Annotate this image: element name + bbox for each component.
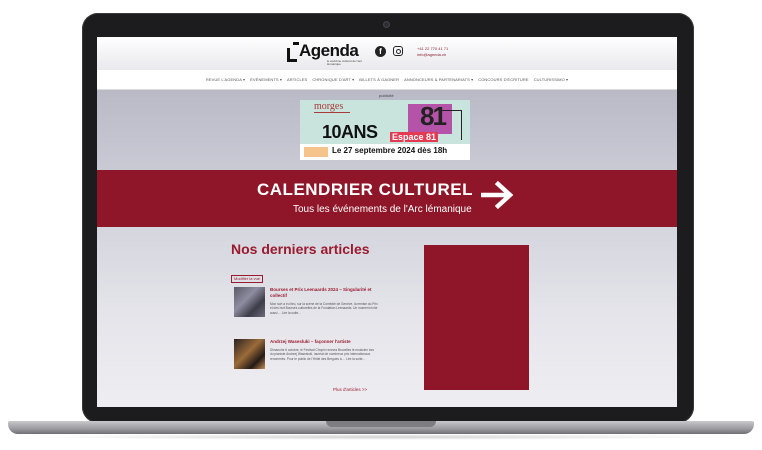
- laptop-shadow: [30, 434, 732, 440]
- nav-item-chronique[interactable]: CHRONIQUE D'ART ▾: [312, 77, 354, 82]
- ad-banner-espace81[interactable]: morges 81 10ANS Espace 81 Le 27 septembr…: [300, 100, 470, 160]
- ad-years: 10ANS: [322, 122, 378, 142]
- logo-text: Agenda: [299, 41, 359, 60]
- ad-orange-block: [304, 147, 328, 157]
- camera-icon: [384, 22, 389, 27]
- calendar-subtitle: Tous les événements de l'Arc lémanique: [293, 204, 472, 215]
- articles-section-title: Nos derniers articles: [231, 241, 370, 257]
- ad-brand-underline: [314, 112, 350, 113]
- agenda-logo[interactable]: Agenda le webzine culturel de l'arc léma…: [287, 40, 362, 66]
- laptop-mockup: Agenda le webzine culturel de l'arc léma…: [0, 0, 762, 450]
- edit-view-button[interactable]: Modifier la vue: [231, 275, 264, 283]
- calendar-title: CALENDRIER CULTUREL: [257, 180, 474, 199]
- article-title[interactable]: Andrzej Wasesluki – façonner l'artiste: [270, 339, 380, 345]
- site-header: Agenda le webzine culturel de l'arc léma…: [97, 37, 677, 70]
- arrow-right-icon: [481, 180, 514, 210]
- article-thumbnail[interactable]: [234, 287, 265, 317]
- article-title[interactable]: Bourses et Prix Leenaards 2024 – Singula…: [270, 287, 380, 299]
- facebook-icon[interactable]: f: [375, 46, 386, 57]
- nav-item-culturissimo[interactable]: CULTURISSIMO ▾: [534, 77, 568, 82]
- calendar-banner[interactable]: CALENDRIER CULTUREL Tous les événements …: [97, 170, 677, 227]
- sidebar-ad-box[interactable]: [424, 245, 529, 390]
- nav-item-concours[interactable]: CONCOURS D'ÉCRITURE: [478, 77, 528, 82]
- laptop-notch: [326, 421, 436, 427]
- nav-item-evenements[interactable]: ÉVÉNEMENTS ▾: [250, 77, 282, 82]
- article-thumbnail[interactable]: [234, 339, 265, 369]
- ad-label: publicité: [379, 93, 394, 98]
- nav-item-annonceurs[interactable]: ANNONCEURS & PARTENARIATS ▾: [404, 77, 473, 82]
- contact-email[interactable]: info@agenda.ch: [417, 52, 448, 58]
- ad-brand: morges: [314, 101, 344, 112]
- nav-item-revue[interactable]: REVUE L'AGENDA ▾: [206, 77, 245, 82]
- main-nav: REVUE L'AGENDA ▾ ÉVÉNEMENTS ▾ ARTICLES C…: [97, 70, 677, 90]
- instagram-icon[interactable]: [393, 46, 403, 56]
- nav-item-billets[interactable]: BILLETS À GAGNER: [359, 77, 399, 82]
- article-excerpt: Mon sort a eu lieu, sur la scène de la C…: [270, 302, 378, 315]
- logo-mark-icon: [287, 42, 299, 62]
- ad-numeral: 81: [420, 101, 447, 131]
- contact-info: +41 22 770 41 71 info@agenda.ch: [417, 46, 448, 58]
- logo-tagline: le webzine culturel de l'arc lémanique: [327, 59, 363, 66]
- ad-date: Le 27 septembre 2024 dès 18h: [332, 146, 448, 155]
- article-excerpt: Dimanche 6 octobre, le Festival Chopin r…: [270, 348, 374, 361]
- more-articles-link[interactable]: Plus d'articles >>: [333, 387, 367, 392]
- nav-item-articles[interactable]: ARTICLES: [287, 77, 307, 82]
- laptop-screen: Agenda le webzine culturel de l'arc léma…: [97, 37, 677, 407]
- ad-venue: Espace 81: [390, 132, 439, 142]
